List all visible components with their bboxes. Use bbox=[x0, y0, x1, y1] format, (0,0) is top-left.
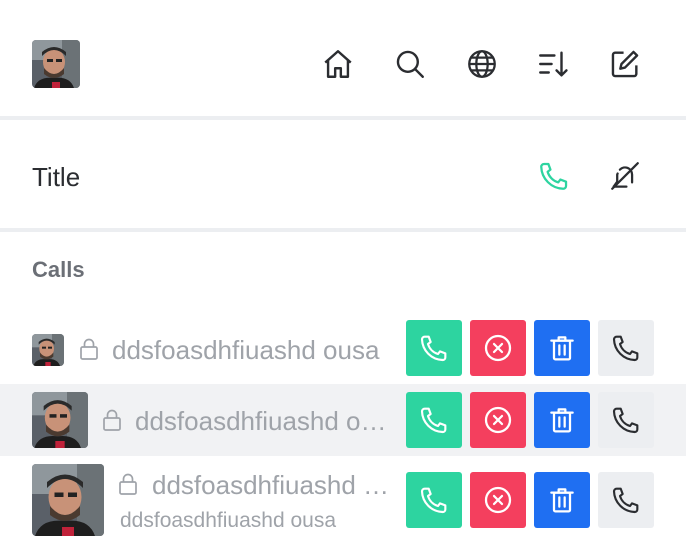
caller-avatar bbox=[32, 392, 88, 448]
caller-avatar bbox=[32, 464, 104, 536]
call-row[interactable]: ddsfoasdhfiuashd ousa ddsfoasdhfiuashd o… bbox=[0, 456, 686, 544]
caller-name: ddsfoasdhfiuashd ousa bbox=[135, 406, 397, 436]
caller-name: ddsfoasdhfiuashd ousa bbox=[112, 335, 380, 365]
title-divider bbox=[0, 228, 686, 232]
decline-call-button[interactable] bbox=[470, 320, 526, 376]
section-title: Calls bbox=[32, 257, 85, 282]
caller-name: ddsfoasdhfiuashd ousa bbox=[152, 470, 396, 500]
phone-icon[interactable] bbox=[534, 156, 574, 196]
call-row[interactable]: ddsfoasdhfiuashd ousa bbox=[0, 384, 686, 456]
decline-call-button[interactable] bbox=[470, 472, 526, 528]
caller-subtitle: ddsfoasdhfiuashd ousa bbox=[120, 509, 336, 532]
call-back-button[interactable] bbox=[598, 320, 654, 376]
search-icon[interactable] bbox=[390, 44, 430, 84]
accept-call-button[interactable] bbox=[406, 320, 462, 376]
decline-call-button[interactable] bbox=[470, 392, 526, 448]
edit-icon[interactable] bbox=[605, 44, 645, 84]
sort-icon[interactable] bbox=[533, 44, 573, 84]
lock-icon bbox=[117, 472, 139, 496]
header-bar bbox=[0, 0, 686, 116]
title-bar bbox=[0, 120, 686, 228]
call-row[interactable]: ddsfoasdhfiuashd ousa bbox=[0, 314, 686, 384]
page-title: Title bbox=[32, 162, 81, 192]
bell-off-icon[interactable] bbox=[605, 156, 645, 196]
caller-avatar bbox=[32, 334, 64, 366]
delete-call-button[interactable] bbox=[534, 320, 590, 376]
lock-icon bbox=[78, 337, 100, 361]
call-back-button[interactable] bbox=[598, 392, 654, 448]
lock-icon bbox=[101, 408, 123, 432]
home-icon[interactable] bbox=[318, 44, 358, 84]
accept-call-button[interactable] bbox=[406, 392, 462, 448]
call-back-button[interactable] bbox=[598, 472, 654, 528]
delete-call-button[interactable] bbox=[534, 392, 590, 448]
delete-call-button[interactable] bbox=[534, 472, 590, 528]
accept-call-button[interactable] bbox=[406, 472, 462, 528]
user-avatar[interactable] bbox=[32, 40, 80, 88]
globe-icon[interactable] bbox=[462, 44, 502, 84]
